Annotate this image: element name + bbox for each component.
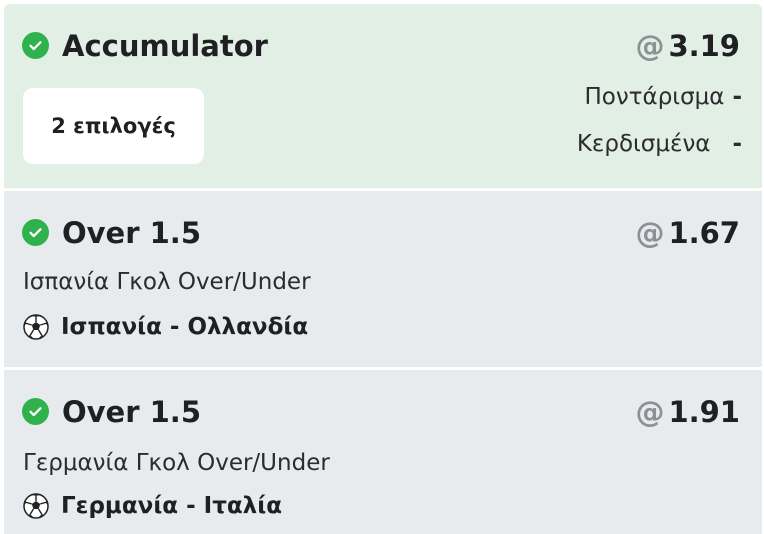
- selection-match: Γερμανία - Ιταλία: [23, 493, 282, 519]
- selection-title: Over 1.5: [62, 395, 201, 429]
- selection-title: Over 1.5: [62, 216, 201, 250]
- accumulator-odds-value: 3.19: [668, 29, 740, 63]
- winnings-value: -: [732, 131, 742, 157]
- selections-count-button[interactable]: 2 επιλογές: [23, 88, 204, 164]
- selection-card: Over 1.5 @1.91 Γερμανία Γκολ Over/Under …: [4, 370, 762, 534]
- accumulator-card: Accumulator @3.19 2 επιλογές Ποντάρισμα …: [4, 4, 762, 188]
- selection-odds-value: 1.67: [668, 216, 740, 250]
- winnings-row: Κερδισμένα -: [577, 131, 742, 157]
- accumulator-title: Accumulator: [62, 29, 268, 63]
- odds-at-symbol: @: [635, 29, 665, 63]
- winnings-label: Κερδισμένα: [576, 131, 711, 157]
- check-circle-icon: [22, 32, 49, 59]
- bet-slip: Accumulator @3.19 2 επιλογές Ποντάρισμα …: [0, 0, 764, 534]
- selection-card: Over 1.5 @1.67 Ισπανία Γκολ Over/Under Ι…: [4, 191, 762, 367]
- selection-odds: @1.91: [635, 398, 740, 427]
- accumulator-odds: @3.19: [635, 32, 740, 61]
- selection-market: Ισπανία Γκολ Over/Under: [23, 269, 311, 295]
- selection-odds: @1.67: [635, 219, 740, 248]
- selection-odds-value: 1.91: [668, 395, 740, 429]
- soccer-ball-icon: [23, 314, 49, 340]
- odds-at-symbol: @: [635, 395, 665, 429]
- soccer-ball-icon: [23, 493, 49, 519]
- check-circle-icon: [22, 398, 49, 425]
- selection-match: Ισπανία - Ολλανδία: [23, 314, 308, 340]
- check-circle-icon: [22, 219, 49, 246]
- odds-at-symbol: @: [635, 216, 665, 250]
- selection-market: Γερμανία Γκολ Over/Under: [23, 450, 330, 476]
- stake-row: Ποντάρισμα -: [584, 84, 742, 110]
- stake-label: Ποντάρισμα: [584, 84, 725, 110]
- stake-value: -: [732, 84, 742, 110]
- match-name: Γερμανία - Ιταλία: [61, 493, 282, 519]
- match-name: Ισπανία - Ολλανδία: [61, 314, 309, 340]
